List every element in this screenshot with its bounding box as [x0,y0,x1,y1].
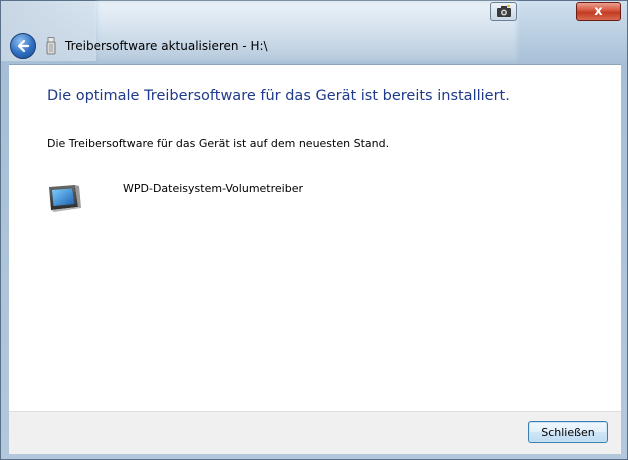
result-heading: Die optimale Treibersoftware für das Ger… [47,88,510,104]
status-message: Die Treibersoftware für das Gerät ist au… [47,137,390,150]
close-icon: x [594,4,603,19]
window-close-button[interactable]: x [576,2,621,21]
window-title: Treibersoftware aktualisieren - H:\ [65,39,268,53]
back-button[interactable] [10,33,36,59]
dialog-content: Die optimale Treibersoftware für das Ger… [9,64,621,412]
usb-drive-icon [46,37,56,55]
close-dialog-button[interactable]: Schließen [528,421,608,443]
back-arrow-icon [17,39,30,53]
device-name: WPD-Dateisystem-Volumetreiber [123,182,303,195]
camera-icon [496,5,511,17]
portable-device-icon [49,185,81,212]
camera-button[interactable] [490,2,517,21]
dialog-footer: Schließen [9,411,621,454]
dialog-window: x Treibersoftware aktualisieren - H:\ Di… [0,0,628,460]
